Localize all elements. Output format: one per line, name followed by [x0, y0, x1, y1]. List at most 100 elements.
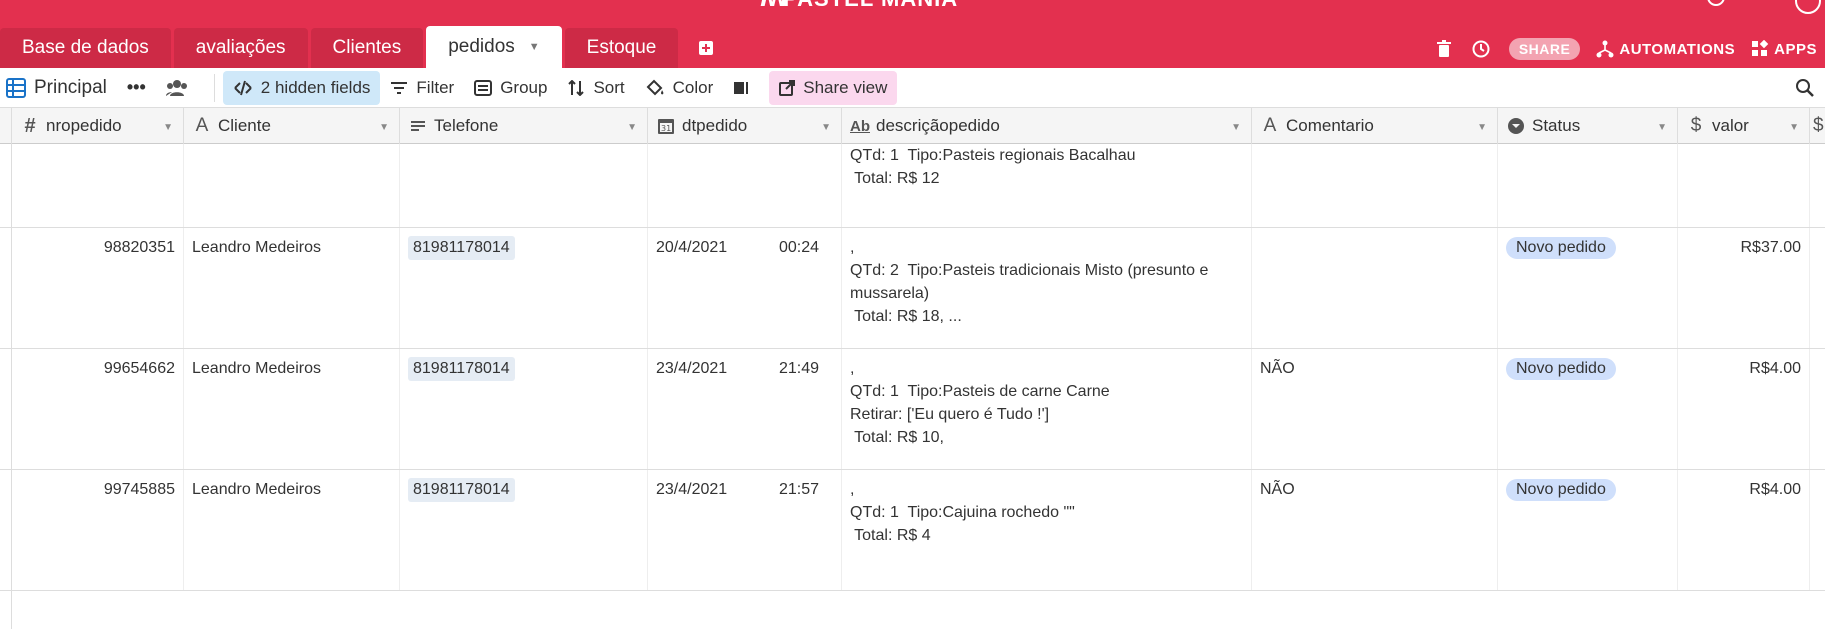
cell-telefone[interactable]: 81981178014: [400, 349, 648, 469]
time-value: 00:24: [778, 239, 819, 256]
tab-clientes[interactable]: Clientes: [310, 28, 424, 68]
cell-descricaopedido[interactable]: QTd: 1 Tipo:Pasteis regionais Bacalhau T…: [842, 144, 1252, 227]
cell-cliente[interactable]: [184, 144, 400, 227]
cell-telefone[interactable]: [400, 144, 648, 227]
empty-row-area: [0, 591, 1825, 629]
column-header-descricaopedido[interactable]: Ab descriçãopedido ▼: [842, 108, 1252, 144]
cell-comentario[interactable]: NÃO: [1252, 470, 1498, 590]
cell-nropedido[interactable]: 99654662: [12, 349, 184, 469]
cell-telefone[interactable]: 81981178014: [400, 228, 648, 348]
group-button[interactable]: Group: [464, 71, 557, 105]
color-button[interactable]: Color: [635, 71, 724, 105]
cell-status[interactable]: Novo pedido: [1498, 228, 1678, 348]
column-header-comentario[interactable]: A Comentario ▼: [1252, 108, 1498, 144]
cell-dtpedido[interactable]: 23/4/2021 21:57: [648, 470, 842, 590]
more-icon[interactable]: •••: [117, 71, 156, 105]
share-view-button[interactable]: Share view: [769, 70, 898, 105]
chevron-down-icon[interactable]: ▼: [627, 122, 637, 133]
cell-status[interactable]: Novo pedido: [1498, 470, 1678, 590]
cell-descricaopedido[interactable]: , QTd: 2 Tipo:Pasteis tradicionais Misto…: [842, 228, 1252, 348]
row-gutter: [0, 228, 12, 348]
cell-status[interactable]: Novo pedido: [1498, 349, 1678, 469]
chevron-down-icon[interactable]: ▼: [821, 122, 831, 133]
cell-cliente[interactable]: Leandro Medeiros: [184, 470, 400, 590]
text-icon: A: [1263, 115, 1277, 136]
status-badge: Novo pedido: [1506, 479, 1616, 501]
filter-button[interactable]: Filter: [380, 71, 464, 105]
row-number-header: [0, 108, 12, 144]
chevron-down-icon[interactable]: ▼: [379, 122, 389, 133]
tab-avaliacoes[interactable]: avaliações: [173, 28, 308, 68]
apps-button[interactable]: APPS: [1751, 40, 1817, 58]
table-tabs: Base de dados avaliações Clientes pedido…: [0, 26, 717, 68]
row-gutter: [0, 591, 12, 629]
column-header-cliente[interactable]: A Cliente ▼: [184, 108, 400, 144]
cell-comentario[interactable]: [1252, 144, 1498, 227]
cell-comentario[interactable]: NÃO: [1252, 349, 1498, 469]
longtext-icon: Ab: [850, 117, 870, 135]
table-row[interactable]: 98820351 Leandro Medeiros 81981178014 20…: [0, 228, 1825, 349]
chevron-down-icon[interactable]: ▼: [163, 122, 173, 133]
column-header-nropedido[interactable]: # nropedido ▼: [12, 108, 184, 144]
cell-nropedido[interactable]: 99745885: [12, 470, 184, 590]
sort-button[interactable]: Sort: [557, 71, 634, 105]
chevron-down-icon[interactable]: ▼: [1477, 122, 1487, 133]
chevron-down-icon[interactable]: ▼: [1231, 122, 1241, 133]
view-switcher[interactable]: Principal: [0, 71, 117, 105]
trash-icon[interactable]: [1436, 40, 1451, 58]
cell-comentario[interactable]: [1252, 228, 1498, 348]
column-header-status[interactable]: Status ▼: [1498, 108, 1678, 144]
cell-valor[interactable]: [1678, 144, 1810, 227]
search-icon[interactable]: [1785, 72, 1825, 104]
cell-cliente[interactable]: Leandro Medeiros: [184, 228, 400, 348]
cell-cliente[interactable]: Leandro Medeiros: [184, 349, 400, 469]
currency-icon: $: [1690, 115, 1702, 136]
cell-valor[interactable]: R$4.00: [1678, 349, 1810, 469]
cell-status[interactable]: [1498, 144, 1678, 227]
column-header-telefone[interactable]: Telefone ▼: [400, 108, 648, 144]
phone-value[interactable]: 81981178014: [408, 478, 515, 502]
base-title[interactable]: ꟿ PASTEL MANIA: [760, 0, 958, 12]
automations-button[interactable]: AUTOMATIONS: [1596, 40, 1735, 58]
collaborators-icon[interactable]: [156, 71, 206, 105]
cell-dtpedido[interactable]: [648, 144, 842, 227]
tab-estoque[interactable]: Estoque: [564, 28, 679, 68]
chevron-down-icon[interactable]: ▼: [529, 41, 540, 53]
time-value: 21:57: [778, 481, 819, 498]
tab-base-de-dados[interactable]: Base de dados: [0, 28, 171, 68]
chevron-down-icon[interactable]: ▼: [1789, 122, 1799, 133]
status-badge: Novo pedido: [1506, 358, 1616, 380]
text-icon: A: [195, 115, 209, 136]
table-row[interactable]: 99745885 Leandro Medeiros 81981178014 23…: [0, 470, 1825, 591]
column-header-dtpedido[interactable]: 31 dtpedido ▼: [648, 108, 842, 144]
phone-value[interactable]: 81981178014: [408, 357, 515, 381]
time-value: 21:49: [778, 360, 819, 377]
column-header-partial[interactable]: $: [1810, 108, 1825, 144]
top-bar: ꟿ PASTEL MANIA Base de dados avaliações …: [0, 0, 1825, 68]
row-height-icon[interactable]: [723, 71, 769, 105]
cell-telefone[interactable]: 81981178014: [400, 470, 648, 590]
history-icon[interactable]: [1471, 39, 1491, 59]
share-button[interactable]: SHARE: [1508, 38, 1581, 60]
chevron-down-icon[interactable]: ▼: [1657, 122, 1667, 133]
add-table-icon[interactable]: [695, 37, 717, 59]
number-icon: #: [24, 114, 36, 137]
cell-descricaopedido[interactable]: , QTd: 1 Tipo:Pasteis de carne Carne Ret…: [842, 349, 1252, 469]
table-row[interactable]: 99654662 Leandro Medeiros 81981178014 23…: [0, 349, 1825, 470]
group-icon: [474, 79, 493, 96]
phone-value[interactable]: 81981178014: [408, 236, 515, 260]
cell-descricaopedido[interactable]: , QTd: 1 Tipo:Cajuina rochedo "" Total: …: [842, 470, 1252, 590]
cell-valor[interactable]: R$37.00: [1678, 228, 1810, 348]
cell-valor[interactable]: R$4.00: [1678, 470, 1810, 590]
table-row[interactable]: QTd: 1 Tipo:Pasteis regionais Bacalhau T…: [0, 144, 1825, 228]
cell-nropedido[interactable]: 98820351: [12, 228, 184, 348]
help-icon[interactable]: [1707, 0, 1725, 6]
paint-bucket-icon: [646, 79, 664, 95]
avatar[interactable]: [1795, 0, 1821, 14]
cell-nropedido[interactable]: [12, 144, 184, 227]
hidden-fields-button[interactable]: 2 hidden fields: [222, 70, 381, 105]
column-header-valor[interactable]: $ valor ▼: [1678, 108, 1810, 144]
cell-dtpedido[interactable]: 23/4/2021 21:49: [648, 349, 842, 469]
tab-pedidos[interactable]: pedidos ▼: [426, 26, 562, 68]
cell-dtpedido[interactable]: 20/4/2021 00:24: [648, 228, 842, 348]
